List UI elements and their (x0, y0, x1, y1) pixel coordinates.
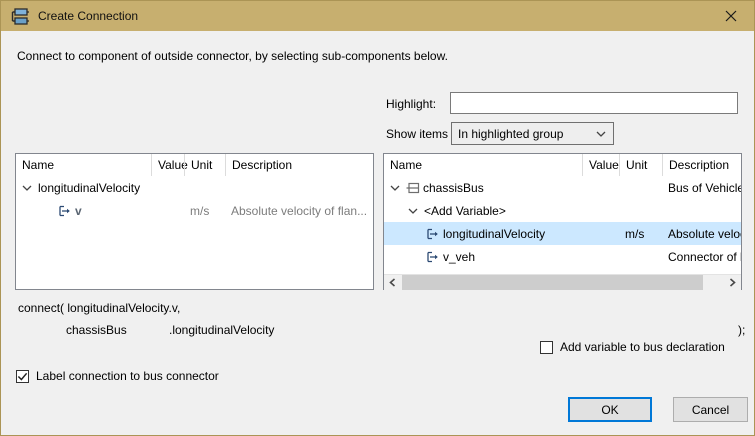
table-row[interactable]: longitudinalVelocity m/sAbsolute veloc (384, 222, 741, 245)
table-row[interactable]: <Add Variable> (384, 199, 741, 222)
cell-description: Bus of VehicleI (662, 181, 741, 195)
row-name: longitudinalVelocity (38, 181, 140, 195)
column-header-value[interactable]: Value (151, 154, 184, 176)
label-connection-checkbox[interactable] (16, 370, 29, 383)
table-row[interactable]: chassisBus Bus of VehicleI (384, 176, 741, 199)
column-header-name[interactable]: Name (16, 154, 151, 176)
cell-description: Absolute veloc (662, 227, 741, 241)
connect-statement-line1: connect( longitudinalVelocity.v, (18, 301, 180, 315)
connection-window-icon (9, 6, 31, 26)
table-row[interactable]: v m/sAbsolute velocity of flan... (16, 199, 373, 222)
chevron-down-icon[interactable] (408, 208, 424, 214)
add-variable-checkbox[interactable] (540, 341, 553, 354)
cell-unit: m/s (184, 204, 225, 218)
intro-text: Connect to component of outside connecto… (17, 49, 448, 63)
column-header-value[interactable]: Value (582, 154, 619, 176)
column-header-name[interactable]: Name (384, 154, 582, 176)
column-header-unit[interactable]: Unit (184, 154, 225, 176)
source-connector-table: NameValueUnitDescription longitudinalVelo… (15, 153, 374, 290)
cell-description: Connector of l (662, 250, 741, 264)
close-button[interactable] (708, 1, 754, 31)
add-variable-label: Add variable to bus declaration (560, 340, 725, 354)
column-header-unit[interactable]: Unit (619, 154, 662, 176)
table-row[interactable]: longitudinalVelocity (16, 176, 373, 199)
show-items-selected-value: In highlighted group (458, 127, 563, 141)
cell-description: Absolute velocity of flan... (225, 204, 373, 218)
cell-unit: m/s (619, 227, 662, 241)
row-name: v_veh (443, 250, 475, 264)
row-name: longitudinalVelocity (443, 227, 545, 241)
titlebar[interactable]: Create Connection (1, 1, 754, 31)
show-items-dropdown[interactable]: In highlighted group (451, 122, 614, 145)
highlight-input[interactable] (450, 92, 738, 114)
row-name: <Add Variable> (424, 204, 506, 218)
window-title: Create Connection (38, 9, 138, 23)
chevron-down-icon[interactable] (390, 185, 406, 191)
target-bus-table: NameValueUnitDescription chassisBus Bus of… (383, 153, 742, 290)
chevron-down-icon[interactable] (22, 185, 38, 191)
horizontal-scrollbar[interactable] (384, 274, 741, 290)
ok-button[interactable]: OK (568, 397, 652, 422)
row-name: v (75, 204, 82, 218)
connector-arrow-icon (426, 228, 443, 240)
check-icon (17, 371, 28, 382)
column-header-description[interactable]: Description (662, 154, 741, 176)
connector-arrow-icon (426, 251, 443, 263)
chevron-left-icon[interactable] (384, 275, 401, 290)
connect-statement-member: .longitudinalVelocity (169, 323, 274, 337)
create-connection-dialog: Create Connection Connect to component o… (0, 0, 755, 436)
bus-icon (406, 182, 423, 194)
connect-statement-component: chassisBus (66, 323, 127, 337)
show-items-label: Show items (386, 127, 448, 141)
connect-statement-closing: ); (738, 323, 745, 337)
chevron-down-icon (596, 131, 606, 137)
cancel-button[interactable]: Cancel (673, 397, 748, 422)
row-name: chassisBus (423, 181, 484, 195)
chevron-right-icon[interactable] (724, 275, 741, 290)
close-icon (725, 10, 737, 22)
highlight-label: Highlight: (386, 97, 436, 111)
column-header-description[interactable]: Description (225, 154, 373, 176)
table-row[interactable]: v_veh Connector of l (384, 245, 741, 268)
label-connection-label: Label connection to bus connector (36, 369, 219, 383)
scrollbar-thumb[interactable] (402, 275, 703, 290)
connector-arrow-icon (58, 205, 75, 217)
